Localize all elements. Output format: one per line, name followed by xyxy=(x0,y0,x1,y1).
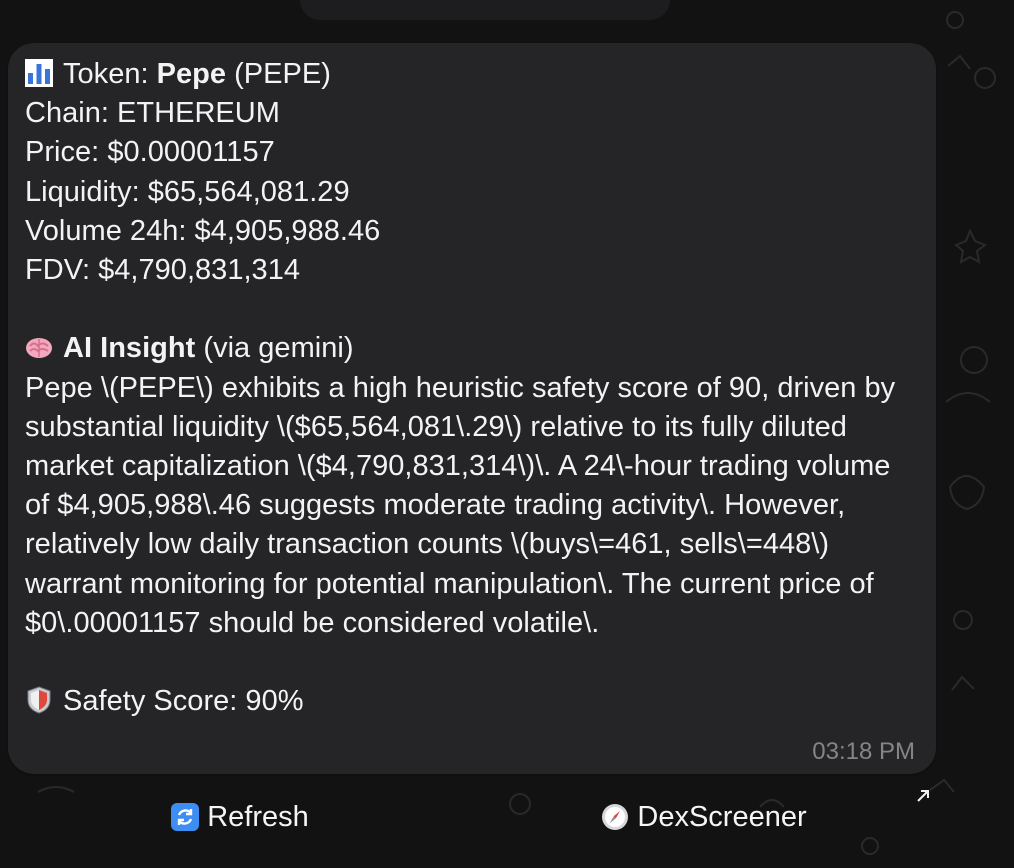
refresh-button[interactable]: Refresh xyxy=(8,782,472,852)
safety-value: : 90% xyxy=(229,685,304,718)
token-symbol: (PEPE) xyxy=(226,58,331,90)
fdv-line: FDV: $4,790,831,314 xyxy=(25,254,301,287)
safety-score-line: Safety Score: 90% xyxy=(25,682,920,721)
safety-label: Safety Score xyxy=(63,685,230,718)
previous-message-edge xyxy=(300,0,670,20)
insight-text: Pepe \(PEPE\) exhibits a high heuristic … xyxy=(25,371,896,639)
bot-message-bubble: Token: Pepe (PEPE) Chain: ETHEREUM Price… xyxy=(8,43,936,774)
token-label: Token: xyxy=(63,58,157,90)
refresh-label: Refresh xyxy=(207,800,309,833)
token-name: Pepe xyxy=(156,58,227,90)
liquidity-line: Liquidity: $65,564,081.29 xyxy=(25,175,350,208)
volume-line: Volume 24h: $4,905,988.46 xyxy=(25,214,381,247)
dexscreener-label: DexScreener xyxy=(637,800,807,833)
compass-icon xyxy=(602,804,629,830)
message-timestamp: 03:18 PM xyxy=(812,738,915,765)
chain-line: Chain: ETHEREUM xyxy=(25,97,280,130)
shield-icon xyxy=(27,686,51,714)
price-line: Price: $0.00001157 xyxy=(25,136,275,169)
external-link-icon xyxy=(917,790,929,802)
bar-chart-icon xyxy=(25,59,53,87)
token-line: Token: Pepe (PEPE) xyxy=(25,55,920,94)
inline-keyboard: Refresh DexScreener xyxy=(8,782,936,852)
insight-source: (via gemini) xyxy=(195,332,354,365)
insight-title: AI Insight xyxy=(63,332,196,365)
message-content: Token: Pepe (PEPE) Chain: ETHEREUM Price… xyxy=(25,55,920,721)
brain-icon xyxy=(26,338,52,359)
refresh-icon xyxy=(171,803,200,831)
insight-header: AI Insight (via gemini) xyxy=(25,329,920,368)
dexscreener-button[interactable]: DexScreener xyxy=(472,782,936,852)
blank-line-2 xyxy=(25,643,920,682)
